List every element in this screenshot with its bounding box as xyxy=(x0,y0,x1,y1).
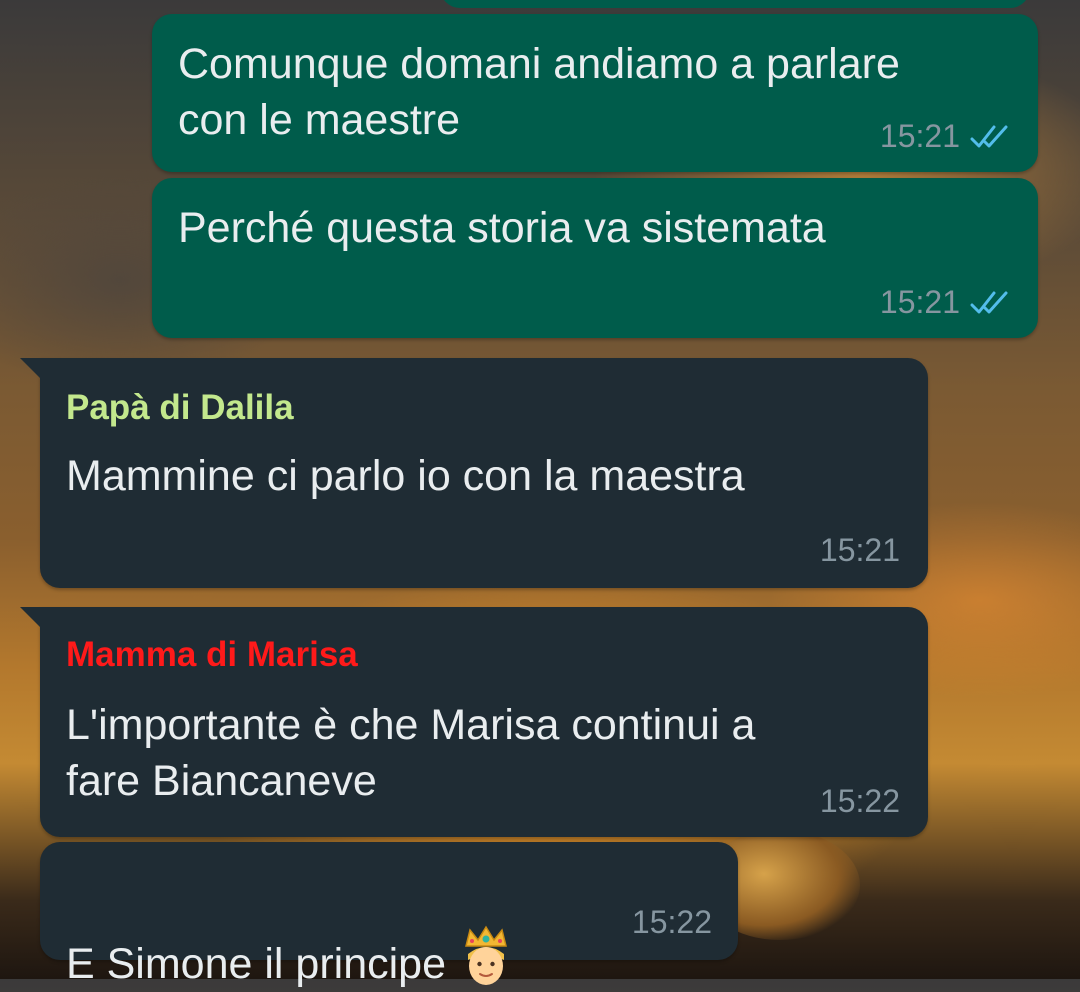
message-time: 15:22 xyxy=(631,904,712,940)
message-time: 15:22 xyxy=(819,783,900,819)
sender-name[interactable]: Mamma di Marisa xyxy=(66,635,358,675)
sender-name[interactable]: Papà di Dalila xyxy=(66,388,294,428)
message-meta: 15:21 xyxy=(820,532,900,568)
message-meta: 15:22 xyxy=(632,904,712,940)
double-check-read-icon xyxy=(970,125,1008,148)
previous-message-bubble-edge xyxy=(440,0,1030,8)
message-text: Mammine ci parlo io con la maestra xyxy=(66,452,745,500)
double-check-read-icon xyxy=(970,291,1008,314)
message-bubble-outgoing[interactable]: Comunque domani andiamo a parlare con le… xyxy=(152,14,1038,172)
message-time: 15:21 xyxy=(879,284,960,320)
message-text: Perché questa storia va sistemata xyxy=(178,204,826,252)
message-text: Comunque domani andiamo a parlare con le… xyxy=(178,40,900,144)
message-bubble-incoming[interactable]: Papà di Dalila Mammine ci parlo io con l… xyxy=(20,358,928,588)
message-meta: 15:21 xyxy=(880,118,1016,154)
message-meta: 15:21 xyxy=(880,284,1016,320)
message-time: 15:21 xyxy=(879,118,960,154)
message-bubble-incoming[interactable]: E Simone il principe 15:22 xyxy=(40,842,738,988)
message-text: E Simone il principe xyxy=(66,940,447,988)
message-time: 15:21 xyxy=(819,532,900,568)
message-text: L'importante è che Marisa continui a far… xyxy=(66,701,756,805)
message-bubble-incoming[interactable]: Mamma di Marisa L'importante è che Maris… xyxy=(20,607,928,837)
prince-emoji-icon xyxy=(465,925,507,985)
message-text-row: E Simone il principe xyxy=(66,868,512,992)
message-bubble-outgoing[interactable]: Perché questa storia va sistemata 15:21 xyxy=(152,178,1038,338)
message-meta: 15:22 xyxy=(820,783,900,819)
